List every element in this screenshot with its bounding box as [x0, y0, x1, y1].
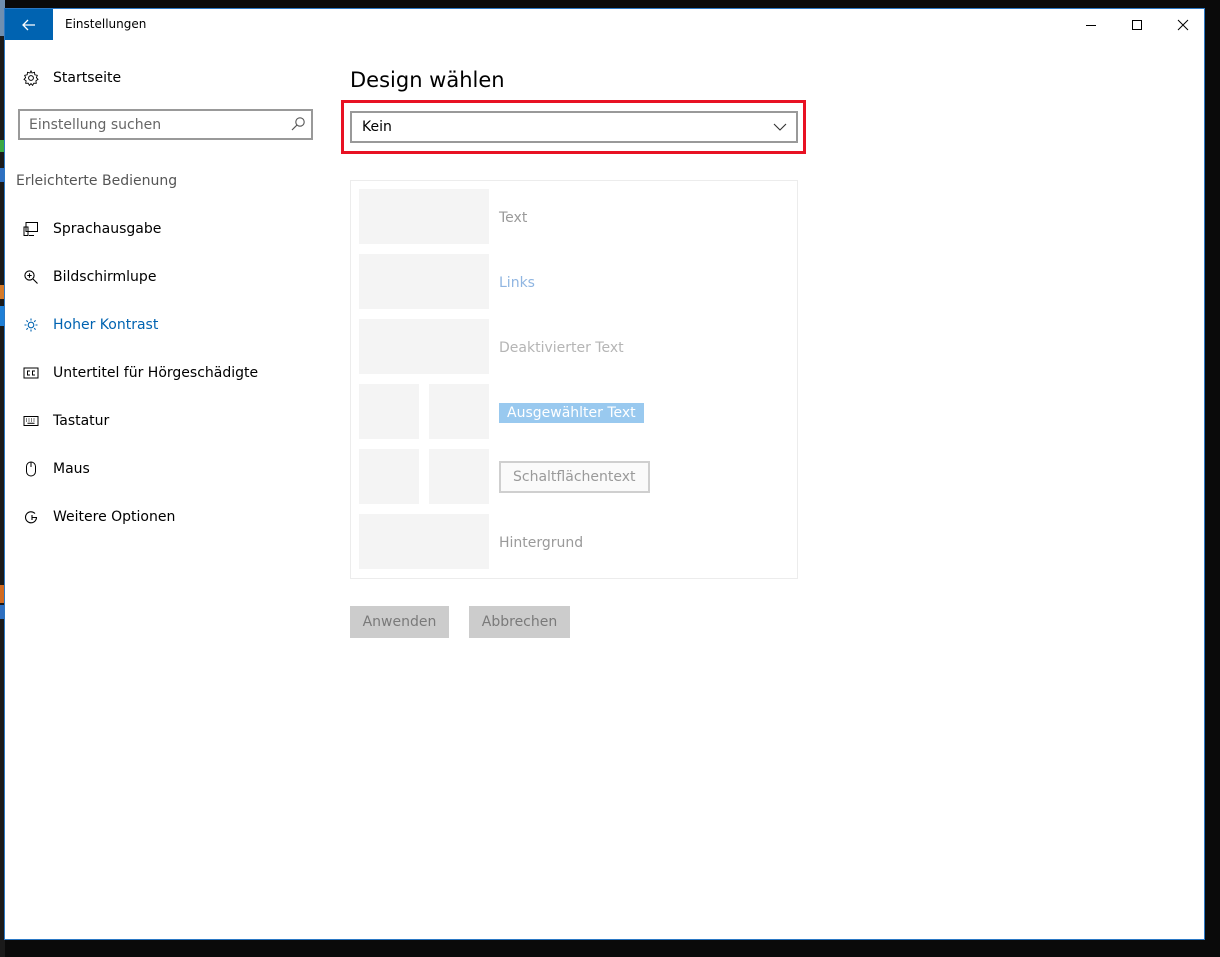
cancel-button[interactable]: Abbrechen — [469, 606, 570, 638]
preview-background-label: Hintergrund — [499, 535, 584, 551]
preview-selected-text-label: Ausgewählter Text — [499, 403, 644, 423]
gear-icon — [20, 67, 42, 89]
text-color-swatch — [359, 189, 489, 244]
section-label: Erleichterte Bedienung — [16, 173, 178, 189]
minimize-icon — [1086, 24, 1096, 26]
maximize-button[interactable] — [1114, 9, 1160, 40]
sidebar-item-label: Bildschirmlupe — [53, 269, 157, 285]
preview-button-text-label: Schaltflächentext — [499, 461, 650, 493]
sidebar-item-magnifier[interactable]: Bildschirmlupe — [5, 257, 325, 297]
sidebar-item-narrator[interactable]: Sprachausgabe — [5, 209, 325, 249]
keyboard-icon — [20, 410, 42, 432]
theme-dropdown[interactable]: Kein — [350, 111, 798, 143]
close-button[interactable] — [1160, 9, 1204, 40]
background-color-swatch — [359, 514, 489, 569]
disabled-text-color-swatch — [359, 319, 489, 374]
preview-text-label: Text — [499, 210, 528, 226]
magnifier-icon — [20, 266, 42, 288]
sidebar-item-label: Tastatur — [53, 413, 110, 429]
sidebar-item-label: Weitere Optionen — [53, 509, 176, 525]
sidebar-item-mouse[interactable]: Maus — [5, 449, 325, 489]
narrator-icon — [20, 218, 42, 240]
links-color-swatch — [359, 254, 489, 309]
button-text-fg-swatch — [359, 449, 419, 504]
minimize-button[interactable] — [1068, 9, 1114, 40]
search-icon[interactable] — [290, 116, 306, 132]
sidebar-item-label: Sprachausgabe — [53, 221, 162, 237]
preview-disabled-text-label: Deaktivierter Text — [499, 340, 624, 356]
close-icon — [1177, 19, 1189, 30]
search-box[interactable] — [18, 109, 313, 140]
chevron-down-icon — [773, 123, 787, 131]
preview-links-label: Links — [499, 275, 535, 291]
closed-captions-icon — [20, 362, 42, 384]
theme-dropdown-value: Kein — [362, 119, 392, 135]
window-title: Einstellungen — [65, 17, 147, 31]
back-button[interactable] — [5, 9, 53, 40]
sidebar-item-closed-captions[interactable]: Untertitel für Hörgeschädigte — [5, 353, 325, 393]
page-title: Design wählen — [350, 68, 505, 92]
sidebar-item-label: Untertitel für Hörgeschädigte — [53, 365, 259, 381]
active-indicator — [4, 313, 5, 337]
title-bar: Einstellungen — [5, 9, 1204, 40]
more-options-icon — [20, 506, 42, 528]
sidebar-item-keyboard[interactable]: Tastatur — [5, 401, 325, 441]
sidebar-item-label: Maus — [53, 461, 90, 477]
apply-button[interactable]: Anwenden — [350, 606, 449, 638]
sidebar-item-high-contrast[interactable]: Hoher Kontrast — [5, 305, 325, 345]
back-arrow-icon — [22, 19, 35, 30]
selected-text-fg-swatch — [359, 384, 419, 439]
button-text-bg-swatch — [429, 449, 489, 504]
selected-text-bg-swatch — [429, 384, 489, 439]
maximize-icon — [1132, 19, 1142, 30]
sidebar: Startseite Erleichterte Bedienung Sprach… — [5, 40, 325, 930]
sidebar-item-more-options[interactable]: Weitere Optionen — [5, 497, 325, 537]
mouse-icon — [20, 458, 42, 480]
brightness-icon — [20, 314, 42, 336]
sidebar-item-label: Hoher Kontrast — [53, 317, 159, 333]
sidebar-home-label: Startseite — [53, 70, 122, 86]
search-input[interactable] — [20, 111, 280, 138]
theme-preview: Text Links Deaktivierter Text Ausgewählt… — [350, 180, 798, 579]
settings-window: Einstellungen Startseite Einstellung suc… — [4, 8, 1205, 940]
main-content: Design wählen Kein Text Links Deaktivier… — [325, 40, 1204, 930]
sidebar-item-home[interactable]: Startseite — [20, 66, 121, 90]
